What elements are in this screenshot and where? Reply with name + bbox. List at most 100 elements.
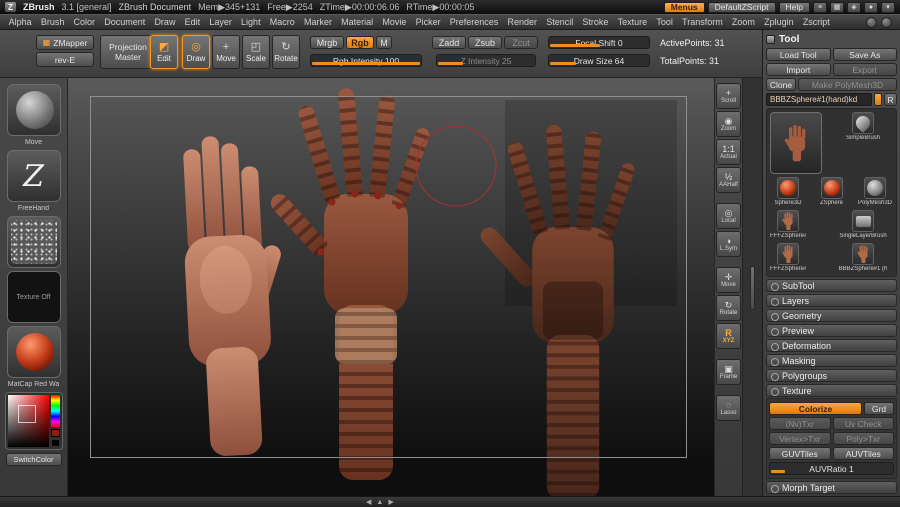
orb-icon[interactable]: [881, 16, 892, 28]
switch-color-button[interactable]: SwitchColor: [5, 453, 62, 466]
save-as-button[interactable]: Save As: [832, 48, 897, 61]
aahalf-button[interactable]: ½ AAHalf: [716, 167, 741, 193]
menu-movie[interactable]: Movie: [378, 17, 411, 27]
import-button[interactable]: Import: [766, 63, 831, 76]
menu-texture[interactable]: Texture: [613, 17, 652, 27]
menu-zoom[interactable]: Zoom: [727, 17, 759, 27]
material-thumbnail[interactable]: [6, 326, 61, 378]
sphere3d-thumbnail[interactable]: Sphere3D: [770, 177, 806, 207]
secondary-color-swatch[interactable]: [50, 439, 60, 447]
section-deformation[interactable]: Deformation: [766, 339, 897, 352]
zsub-button[interactable]: Zsub: [468, 36, 502, 49]
menu-marker[interactable]: Marker: [299, 17, 336, 27]
active-tool-thumbnail[interactable]: [770, 112, 822, 174]
grd-button[interactable]: Grd: [864, 402, 894, 415]
rename-button[interactable]: R: [884, 93, 897, 106]
document-canvas[interactable]: [68, 78, 714, 496]
nv-txr-button[interactable]: (Nv)Txr: [769, 417, 831, 430]
menu-edit[interactable]: Edit: [180, 17, 205, 27]
move-button[interactable]: + Move: [212, 35, 240, 69]
menu-draw[interactable]: Draw: [150, 17, 180, 27]
section-morph-target[interactable]: Morph Target: [766, 481, 897, 494]
draw-size-slider[interactable]: Draw Size 64: [548, 54, 650, 67]
menu-layer[interactable]: Layer: [205, 17, 237, 27]
z-intensity-slider[interactable]: Z Intensity 25: [436, 54, 536, 67]
menu-stroke[interactable]: Stroke: [578, 17, 613, 27]
auv-ratio-slider[interactable]: AUVRatio 1: [769, 462, 894, 475]
make-polymesh3d-button[interactable]: Make PolyMesh3D: [798, 78, 897, 91]
menu-brush[interactable]: Brush: [36, 17, 69, 27]
divider-handle[interactable]: [750, 266, 755, 310]
menu-picker[interactable]: Picker: [411, 17, 445, 27]
m-button[interactable]: M: [376, 36, 392, 49]
menu-render[interactable]: Render: [503, 17, 542, 27]
auvtiles-button[interactable]: AUVTiles: [832, 447, 894, 460]
default-zscript-button[interactable]: DefaultZScript: [707, 1, 776, 13]
focal-shift-slider[interactable]: Focal Shift 0: [548, 36, 650, 49]
projection-master-button[interactable]: Projection Master: [100, 35, 156, 69]
nav-right-icon[interactable]: ▶: [388, 498, 393, 507]
scroll-button[interactable]: + Scroll: [716, 83, 741, 109]
color-picker[interactable]: [4, 392, 63, 450]
export-button[interactable]: Export: [832, 63, 897, 76]
nav-up-icon[interactable]: ▲: [376, 498, 383, 507]
alpha-thumbnail[interactable]: [6, 216, 61, 268]
section-geometry[interactable]: Geometry: [766, 309, 897, 322]
fffzsphere-thumbnail-1[interactable]: FFFZSphere#1 (h: [770, 210, 806, 240]
zsphere-thumbnail[interactable]: ZSphere: [814, 177, 850, 207]
clone-button[interactable]: Clone: [766, 78, 796, 91]
simplebrush-thumbnail[interactable]: SimpleBrush: [833, 112, 893, 174]
section-polygroups[interactable]: Polygroups: [766, 369, 897, 382]
menu-macro[interactable]: Macro: [265, 17, 299, 27]
tool-name-field[interactable]: BBBZSphere#1(hand)kd: [766, 93, 872, 106]
colorize-button[interactable]: Colorize: [769, 402, 862, 415]
bbbzsphere-thumbnail[interactable]: BBBZSphere#1 (h: [833, 243, 893, 273]
tool-panel-header[interactable]: Tool: [766, 32, 897, 46]
dot-icon[interactable]: ●: [864, 1, 878, 13]
actual-button[interactable]: 1:1 Actual: [716, 139, 741, 165]
texture-thumbnail[interactable]: Texture Off: [6, 271, 61, 323]
zadd-button[interactable]: Zadd: [432, 36, 466, 49]
section-layers[interactable]: Layers: [766, 294, 897, 307]
nav-left-icon[interactable]: ◀: [366, 498, 371, 507]
mrgb-button[interactable]: Mrgb: [310, 36, 344, 49]
zoom-button[interactable]: ◉ Zoom: [716, 111, 741, 137]
uv-check-button[interactable]: Uv Check: [832, 417, 894, 430]
current-color-swatch[interactable]: [50, 429, 60, 437]
lsym-button[interactable]: ◑ L.Sym: [716, 231, 741, 257]
stroke-thumbnail[interactable]: Z: [6, 150, 61, 202]
edit-button[interactable]: ◩ Edit: [150, 35, 178, 69]
menu-tool[interactable]: Tool: [652, 17, 678, 27]
menu-transform[interactable]: Transform: [677, 17, 727, 27]
menu-color[interactable]: Color: [69, 17, 100, 27]
caret-icon[interactable]: ▾: [881, 1, 895, 13]
menu-material[interactable]: Material: [337, 17, 378, 27]
zmapper-button[interactable]: ▦ ZMapper: [36, 35, 94, 50]
sphere-icon[interactable]: [866, 16, 877, 28]
section-subtool[interactable]: SubTool: [766, 279, 897, 292]
help-button[interactable]: Help: [778, 1, 810, 13]
diamond-icon[interactable]: ◈: [847, 1, 861, 13]
frame-button[interactable]: ▣ Frame: [716, 359, 741, 385]
section-preview[interactable]: Preview: [766, 324, 897, 337]
menu-zplugin[interactable]: Zplugin: [760, 17, 799, 27]
menu-alpha[interactable]: Alpha: [4, 17, 36, 27]
fffzsphere-thumbnail-2[interactable]: FFFZSphere#1 (h: [770, 243, 806, 273]
polymesh3d-thumbnail[interactable]: PolyMesh3D: [857, 177, 893, 207]
menu-zscript[interactable]: Zscript: [798, 17, 834, 27]
hue-strip[interactable]: [50, 395, 60, 427]
list-icon[interactable]: ≡: [813, 1, 827, 13]
zcut-button[interactable]: Zcut: [504, 36, 538, 49]
rotate-view-button[interactable]: ↻ Rotate: [716, 295, 741, 321]
guvtiles-button[interactable]: GUVTiles: [769, 447, 831, 460]
rgb-intensity-slider[interactable]: Rgb Intensity 100: [310, 54, 422, 67]
vertex-txr-button[interactable]: Vertex>Txr: [769, 432, 831, 445]
local-button[interactable]: ◎ Local: [716, 203, 741, 229]
grid-icon[interactable]: ▦: [830, 1, 844, 13]
menu-light[interactable]: Light: [236, 17, 265, 27]
scale-button[interactable]: ◰ Scale: [242, 35, 270, 69]
poly-txr-button[interactable]: Poly>Txr: [832, 432, 894, 445]
menu-preferences[interactable]: Preferences: [445, 17, 503, 27]
color-gradient-square[interactable]: [7, 395, 49, 447]
load-tool-button[interactable]: Load Tool: [766, 48, 831, 61]
